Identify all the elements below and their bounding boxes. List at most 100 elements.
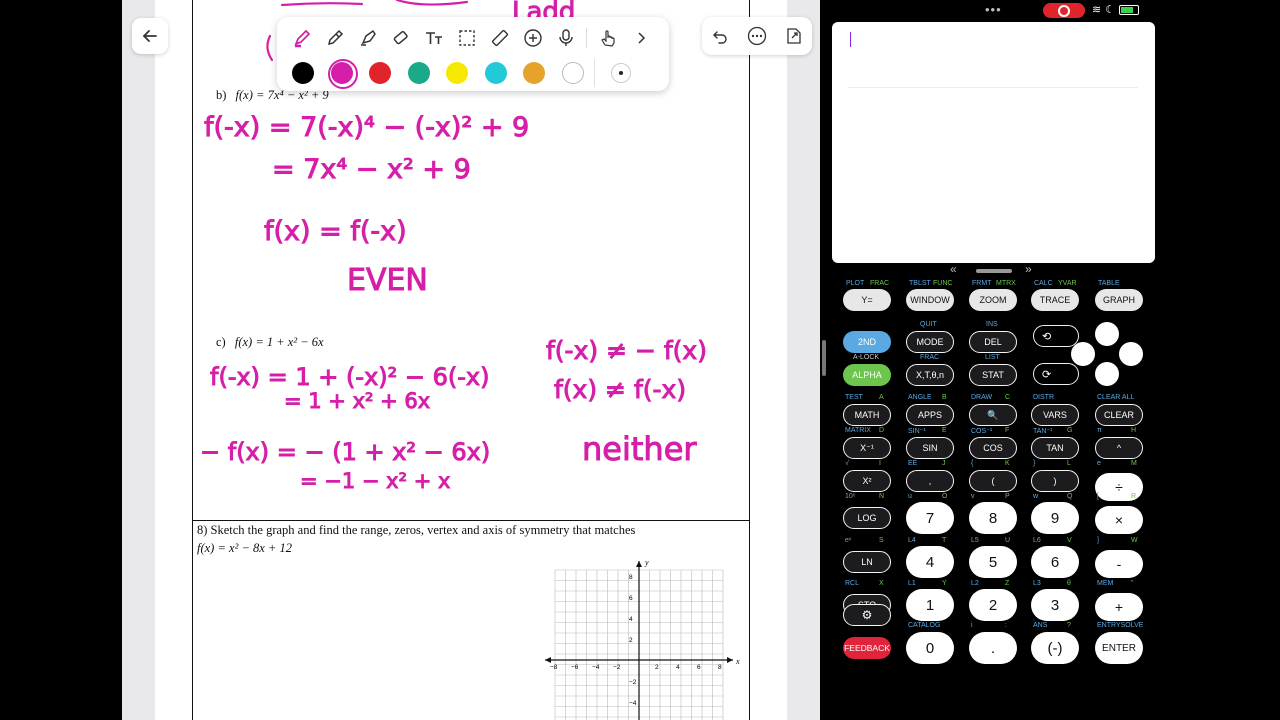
key-secondary-label: TBLST xyxy=(909,280,931,287)
ink-layer[interactable]: Ladd f(-x) = 7(-x)⁴ − (-x)² + 9 = 7x⁴ − … xyxy=(122,0,820,720)
undo-button[interactable] xyxy=(707,23,733,49)
key-symbol[interactable]: (-) xyxy=(1031,632,1079,664)
key-zoom[interactable]: ZOOM xyxy=(969,289,1017,311)
key-ln[interactable]: LN xyxy=(843,551,891,573)
key-secondary-label: T xyxy=(942,537,947,544)
key-8[interactable]: 8 xyxy=(969,502,1017,534)
ink-b-line3: f(x) = f(-x) xyxy=(264,216,407,247)
key-window[interactable]: WINDOW xyxy=(906,289,954,311)
ink-c-result: neither xyxy=(582,430,697,468)
dpad-left-icon[interactable] xyxy=(1071,342,1095,366)
key-graph[interactable]: GRAPH xyxy=(1095,289,1143,311)
scroll-down-history-icon[interactable]: ⟳ xyxy=(1033,363,1079,385)
key-apps[interactable]: APPS xyxy=(906,404,954,426)
key-x[interactable]: X⁻¹ xyxy=(843,437,891,459)
key-9[interactable]: 9 xyxy=(1031,502,1079,534)
add-circle-icon xyxy=(523,29,542,47)
ruler-tool[interactable] xyxy=(483,23,516,53)
feedback-button[interactable]: FEEDBACK xyxy=(843,637,891,659)
dpad-right-icon[interactable] xyxy=(1119,342,1143,366)
calculator-display[interactable] xyxy=(832,22,1155,263)
key-trace[interactable]: TRACE xyxy=(1031,289,1079,311)
key-0[interactable]: 0 xyxy=(906,632,954,664)
key-add[interactable]: + xyxy=(1095,593,1143,621)
status-bar: ••• ≋ ☾ xyxy=(830,0,1160,20)
key-1[interactable]: 1 xyxy=(906,589,954,621)
key-x[interactable]: X² xyxy=(843,470,891,492)
key-math[interactable]: MATH xyxy=(843,404,891,426)
key-cos[interactable]: COS xyxy=(969,437,1017,459)
key-del[interactable]: DEL xyxy=(969,331,1017,353)
notes-pane[interactable]: b) f(x) = 7x⁴ − x² + 9 c) f(x) = 1 + x² … xyxy=(122,0,820,720)
annotation-toolbar[interactable] xyxy=(277,17,669,91)
key-clear[interactable]: CLEAR xyxy=(1095,404,1143,426)
key-y[interactable]: Y= xyxy=(843,289,891,311)
key-2nd[interactable]: 2ND xyxy=(843,331,891,353)
dpad-up-icon[interactable] xyxy=(1095,322,1119,346)
key-secondary-label: K xyxy=(1005,460,1010,467)
key-sin[interactable]: SIN xyxy=(906,437,954,459)
key-7[interactable]: 7 xyxy=(906,502,954,534)
key-5[interactable]: 5 xyxy=(969,546,1017,578)
back-arrow-icon xyxy=(142,30,157,42)
key-subtract[interactable]: - xyxy=(1095,550,1143,578)
key-2[interactable]: 2 xyxy=(969,589,1017,621)
text-tool[interactable] xyxy=(417,23,450,53)
chevron-double-left-icon[interactable]: « xyxy=(950,262,957,276)
more-options-button[interactable] xyxy=(744,23,770,49)
key-mode[interactable]: MODE xyxy=(906,331,954,353)
key-6[interactable]: 6 xyxy=(1031,546,1079,578)
color-swatch[interactable] xyxy=(407,62,430,84)
key-alpha[interactable]: ALPHA xyxy=(843,364,891,386)
key-4[interactable]: 4 xyxy=(906,546,954,578)
back-button[interactable] xyxy=(132,18,168,54)
export-button[interactable] xyxy=(781,23,807,49)
key-vars[interactable]: VARS xyxy=(1031,404,1079,426)
key-log[interactable]: LOG xyxy=(843,507,891,529)
lasso-tool[interactable] xyxy=(450,23,483,53)
key-secondary-label: RCL xyxy=(845,580,860,587)
drag-handle[interactable] xyxy=(976,269,1012,273)
key-symbol[interactable]: ( xyxy=(969,470,1017,492)
color-swatch[interactable] xyxy=(523,62,545,84)
multitask-dots-icon[interactable]: ••• xyxy=(985,2,1002,17)
key-tan[interactable]: TAN xyxy=(1031,437,1079,459)
dpad-down-icon[interactable] xyxy=(1095,362,1119,386)
chevron-double-right-icon[interactable]: » xyxy=(1025,262,1032,276)
key-symbol[interactable]: ) xyxy=(1031,470,1079,492)
settings-key[interactable]: ⚙ xyxy=(843,604,891,626)
tool-separator xyxy=(586,28,587,48)
pencil-tool[interactable] xyxy=(318,23,351,53)
stroke-size-button[interactable] xyxy=(611,63,631,83)
color-swatch[interactable] xyxy=(369,62,391,84)
highlighter-tool[interactable] xyxy=(351,23,384,53)
key-enter[interactable]: ENTER xyxy=(1095,632,1143,664)
key-multiply[interactable]: × xyxy=(1095,506,1143,534)
add-tool[interactable] xyxy=(516,23,549,53)
color-swatch[interactable] xyxy=(292,62,314,84)
color-swatch[interactable] xyxy=(446,62,468,84)
key-secondary-label: YVAR xyxy=(1058,280,1077,287)
more-tools-button[interactable] xyxy=(624,23,657,53)
keypad-handle[interactable]: « » xyxy=(830,262,1160,278)
split-view-handle[interactable] xyxy=(822,340,826,376)
ink-c-side1: f(-x) ≠ − f(x) xyxy=(546,336,707,365)
key-symbol[interactable]: 🔍 xyxy=(969,404,1017,426)
color-swatch[interactable] xyxy=(561,62,584,84)
key-3[interactable]: 3 xyxy=(1031,589,1079,621)
key-secondary-label: V xyxy=(1067,537,1072,544)
key-secondary-label: H xyxy=(1131,427,1137,434)
key-symbol[interactable]: , xyxy=(906,470,954,492)
pen-tool[interactable] xyxy=(285,23,318,53)
key-stat[interactable]: STAT xyxy=(969,364,1017,386)
eraser-tool[interactable] xyxy=(384,23,417,53)
scroll-up-history-icon[interactable]: ⟲ xyxy=(1033,325,1079,347)
color-swatch[interactable] xyxy=(327,59,358,89)
key-xt-theta-n[interactable]: X,T,θ,n xyxy=(906,364,954,386)
key-symbol[interactable]: ^ xyxy=(1095,437,1143,459)
touch-draw-tool[interactable] xyxy=(591,23,624,53)
key-symbol[interactable]: . xyxy=(969,632,1017,664)
microphone-tool[interactable] xyxy=(549,23,582,53)
color-swatch[interactable] xyxy=(484,62,507,84)
screen-recording-icon[interactable] xyxy=(1043,3,1085,18)
